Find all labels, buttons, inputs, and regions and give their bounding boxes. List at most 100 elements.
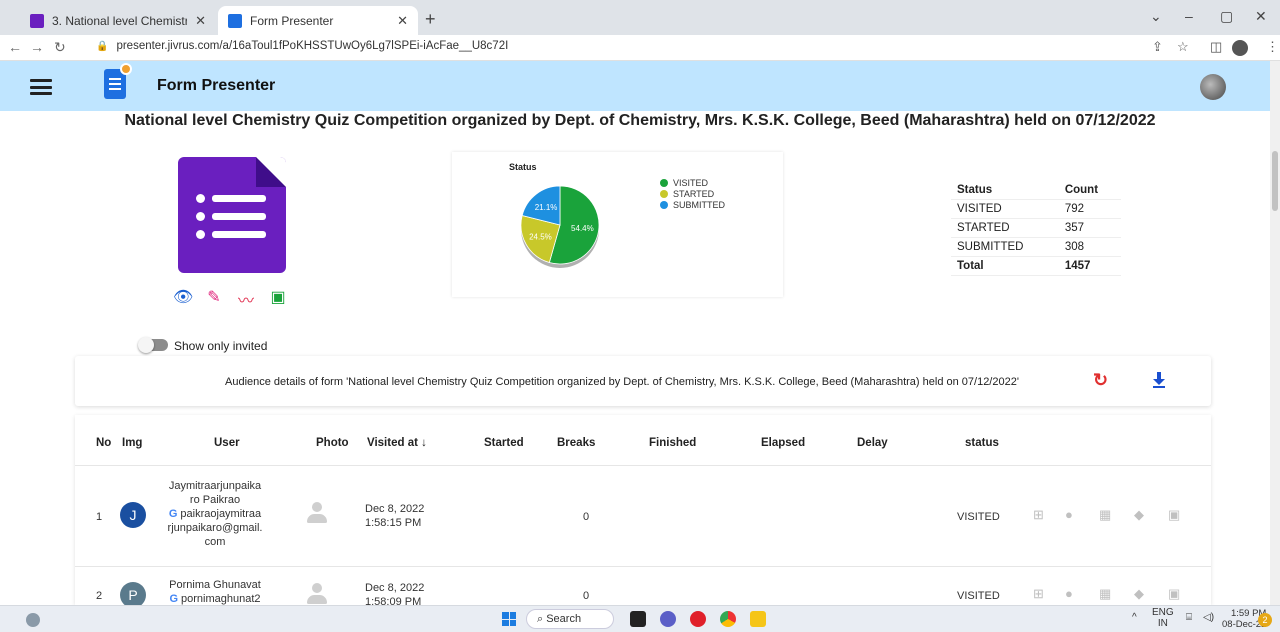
file-explorer-icon[interactable] [750,611,766,627]
col-no[interactable]: No [96,437,111,449]
avatar: P [120,582,146,605]
reload-icon[interactable]: ↻ [54,39,66,56]
info-icon[interactable]: ● [1065,507,1073,522]
col-breaks[interactable]: Breaks [557,437,595,449]
address-bar: ← → ↻ 🔒 presenter.jivrus.com/a/16aToul1fP… [0,35,1280,61]
visited-at-cell: Dec 8, 2022 1:58:09 PM [365,581,424,605]
col-elapsed[interactable]: Elapsed [761,437,805,449]
form-presenter-favicon-icon [228,13,242,28]
info-icon[interactable]: ● [1065,586,1073,601]
user-photo-placeholder-icon [307,583,327,605]
weather-icon[interactable] [26,613,40,627]
show-only-invited-toggle[interactable] [138,337,168,353]
audience-table: No Img User Photo Visited at ↓ Started B… [75,415,1211,605]
col-visited-at[interactable]: Visited at ↓ [367,437,427,449]
refresh-icon[interactable]: ↻ [1093,370,1108,391]
close-tab-icon[interactable]: ✕ [195,13,206,29]
graduation-cap-icon[interactable]: ◆ [1134,507,1144,523]
status-count: 308 [1058,237,1121,257]
user-info: Jaymitraarjunpaika ro Paikrao Gpaikraoja… [160,479,270,549]
total-row: Total 1457 [951,256,1121,276]
row-number: 1 [96,511,103,523]
pencil-icon[interactable]: ✎ [205,287,223,311]
download-icon[interactable] [1152,372,1166,388]
user-photo-placeholder-icon [307,502,327,524]
col-photo[interactable]: Photo [316,437,349,449]
share-icon[interactable]: ⇪ [1152,39,1163,55]
back-arrow-icon[interactable]: ← [8,39,22,55]
header-count: Count [1058,181,1121,200]
language-indicator[interactable]: ENG IN [1152,607,1174,629]
close-window-icon[interactable]: ✕ [1255,8,1267,25]
status-count: 792 [1058,199,1121,219]
visited-time: 1:58:15 PM [365,517,422,529]
volume-icon[interactable]: ◁) [1203,612,1214,623]
forms-favicon-icon [30,13,44,28]
opera-icon[interactable] [690,611,706,627]
tab-title: Form Presenter [250,13,334,28]
trend-icon[interactable]: 〰 [237,287,255,311]
chevron-up-icon[interactable]: ^ [1132,612,1137,623]
new-tab-button[interactable]: + [425,9,436,30]
tab-chemistry-quiz[interactable]: 3. National level Chemistry Quiz C ✕ [20,6,216,35]
video-icon[interactable]: ▦ [1099,586,1111,602]
toggle-label: Show only invited [174,339,268,353]
minimize-icon[interactable]: – [1185,8,1193,24]
legend-item-started: STARTED [660,188,725,199]
chevron-down-icon[interactable]: ⌄ [1150,8,1162,25]
col-delay[interactable]: Delay [857,437,888,449]
eye-icon[interactable]: 👁 [173,287,193,311]
search-label: Search [546,613,582,625]
video-icon[interactable]: ▦ [1099,507,1111,523]
close-tab-icon[interactable]: ✕ [397,13,408,29]
tab-title: 3. National level Chemistry Quiz C [52,13,188,28]
pie-label-submitted: 21.1% [535,203,558,212]
col-img[interactable]: Img [122,437,142,449]
table-row: SUBMITTED 308 [951,237,1121,257]
form-presenter-logo-icon [104,63,132,99]
sidepanel-icon[interactable]: ◫ [1210,39,1222,55]
restore-icon[interactable]: ▢ [1220,8,1233,25]
screen-icon[interactable]: ⊞ [1033,586,1044,602]
page-title: National level Chemistry Quiz Competitio… [124,112,1156,129]
kebab-menu-icon[interactable]: ⋮ [1266,39,1279,55]
col-status[interactable]: status [965,437,999,449]
audience-details-bar: Audience details of form 'National level… [75,356,1211,406]
pie-label-visited: 54.4% [571,224,594,233]
col-started[interactable]: Started [484,437,524,449]
taskbar-search[interactable]: ⌕ Search [526,609,614,629]
notification-badge[interactable]: 2 [1258,613,1272,627]
star-icon[interactable]: ☆ [1177,39,1189,55]
chrome-icon[interactable] [720,611,736,627]
tab-form-presenter[interactable]: Form Presenter ✕ [218,6,418,35]
archive-icon[interactable]: ▣ [1168,586,1180,602]
user-avatar[interactable] [1200,74,1226,100]
status-label: STARTED [951,218,1059,238]
status-cell: VISITED [957,590,1000,602]
visited-date: Dec 8, 2022 [365,582,425,594]
archive-icon[interactable]: ▣ [1168,507,1180,523]
windows-taskbar: ⌕ Search ^ ENG IN ⌸ ◁) 1:59 PM 08-Dec-22… [0,605,1280,632]
chat-icon[interactable] [660,611,676,627]
graduation-cap-icon[interactable]: ◆ [1134,586,1144,602]
col-finished[interactable]: Finished [649,437,696,449]
profile-avatar[interactable] [1232,40,1248,56]
legend-item-submitted: SUBMITTED [660,199,725,210]
breaks-cell: 0 [583,590,590,602]
windows-start-icon[interactable] [502,612,516,626]
visited-date: Dec 8, 2022 [365,503,425,515]
app-header: Form Presenter [0,61,1280,111]
screen-icon[interactable]: ⊞ [1033,507,1044,523]
chart-legend: VISITED STARTED SUBMITTED [660,177,725,210]
page-scrollbar[interactable] [1270,61,1280,605]
slides-icon[interactable]: ▣ [269,287,287,311]
visited-time: 1:58:09 PM [365,596,422,605]
url-field[interactable]: 🔒 presenter.jivrus.com/a/16aToul1fPoKHSST… [96,40,508,52]
task-view-icon[interactable] [630,611,646,627]
network-icon[interactable]: ⌸ [1186,612,1192,623]
header-status: Status [951,181,1059,200]
pie-svg: 54.4% 24.5% 21.1% [520,185,600,268]
forward-arrow-icon[interactable]: → [30,39,44,55]
col-user[interactable]: User [214,437,240,449]
hamburger-menu-icon[interactable] [30,79,52,95]
